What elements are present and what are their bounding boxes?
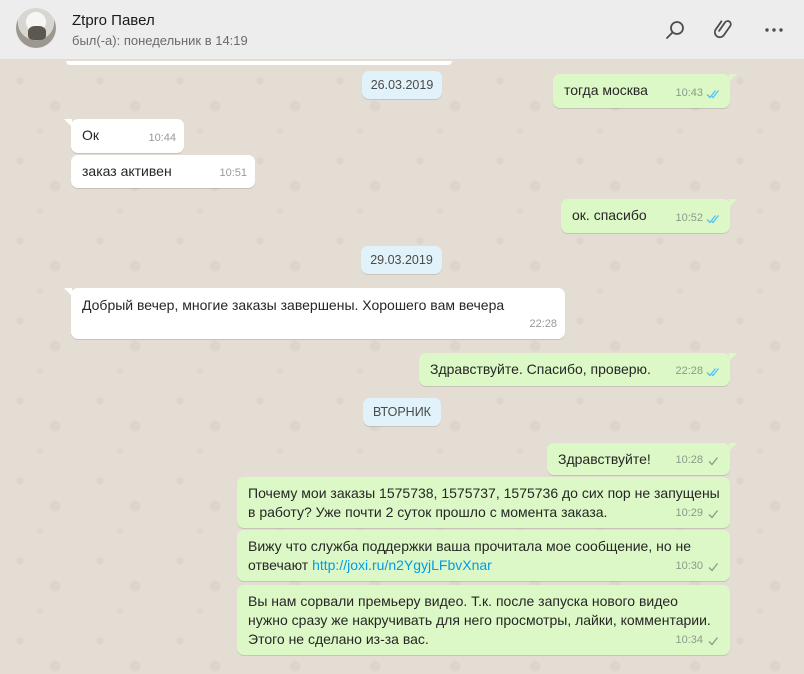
chat-header: Ztpro Павел был(-а): понедельник в 14:19: [0, 0, 804, 60]
chat-area[interactable]: 26.03.2019 тогда москва 10:43 Ок 10:44 з…: [0, 61, 804, 674]
message-time: 22:28: [675, 365, 703, 377]
sent-tick-icon: [706, 509, 722, 519]
message-time: 22:28: [529, 318, 557, 330]
message-text: заказ активен: [82, 163, 172, 179]
message-text: Вижу что служба поддержки ваша прочитала…: [248, 537, 691, 575]
date-badge: ВТОРНИК: [363, 398, 441, 426]
date-badge: 29.03.2019: [361, 246, 442, 274]
message-time: 10:43: [675, 87, 703, 99]
message-outgoing[interactable]: Здравствуйте! 10:28: [547, 443, 737, 475]
message-time: 10:44: [148, 132, 176, 144]
message-time: 10:30: [675, 560, 703, 572]
message-incoming[interactable]: Ок 10:44: [64, 119, 184, 153]
message-text: ок. спасибо: [572, 207, 647, 223]
search-icon[interactable]: [663, 18, 687, 42]
date-badge: 26.03.2019: [362, 71, 442, 99]
previous-message-edge: [66, 61, 452, 65]
message-outgoing[interactable]: Вижу что служба поддержки ваша прочитала…: [237, 530, 730, 581]
read-ticks-icon: [706, 214, 722, 224]
message-incoming[interactable]: Добрый вечер, многие заказы завершены. Х…: [64, 288, 565, 339]
message-text: Почему мои заказы 1575738, 1575737, 1575…: [248, 485, 720, 520]
message-time: 10:29: [675, 507, 703, 519]
message-time: 10:51: [219, 167, 247, 179]
message-time: 10:52: [675, 212, 703, 224]
message-outgoing[interactable]: ок. спасибо 10:52: [561, 199, 737, 233]
message-text: Вы нам сорвали премьеру видео. Т.к. посл…: [248, 593, 711, 647]
message-incoming[interactable]: заказ активен 10:51: [71, 155, 255, 188]
sent-tick-icon: [706, 562, 722, 572]
sent-tick-icon: [706, 636, 722, 646]
message-text: Добрый вечер, многие заказы завершены. Х…: [82, 297, 505, 313]
read-ticks-icon: [706, 89, 722, 99]
contact-avatar[interactable]: [16, 8, 56, 48]
menu-icon[interactable]: [762, 18, 786, 42]
contact-name[interactable]: Ztpro Павел: [72, 12, 155, 29]
message-outgoing[interactable]: Почему мои заказы 1575738, 1575737, 1575…: [237, 477, 730, 528]
message-text: Здравствуйте!: [558, 451, 651, 467]
attach-icon[interactable]: [712, 18, 736, 42]
message-link[interactable]: http://joxi.ru/n2YgyjLFbvXnar: [312, 557, 492, 573]
message-outgoing[interactable]: Здравствуйте. Спасибо, проверю. 22:28: [419, 353, 737, 386]
read-ticks-icon: [706, 367, 722, 377]
message-time: 10:34: [675, 634, 703, 646]
message-outgoing[interactable]: тогда москва 10:43: [553, 74, 737, 108]
sent-tick-icon: [706, 456, 722, 466]
message-text: тогда москва: [564, 82, 648, 98]
message-text: Ок: [82, 127, 100, 143]
message-time: 10:28: [675, 454, 703, 466]
message-text: Здравствуйте. Спасибо, проверю.: [430, 361, 651, 377]
message-outgoing[interactable]: Вы нам сорвали премьеру видео. Т.к. посл…: [237, 585, 730, 655]
contact-last-seen: был(-а): понедельник в 14:19: [72, 33, 248, 48]
